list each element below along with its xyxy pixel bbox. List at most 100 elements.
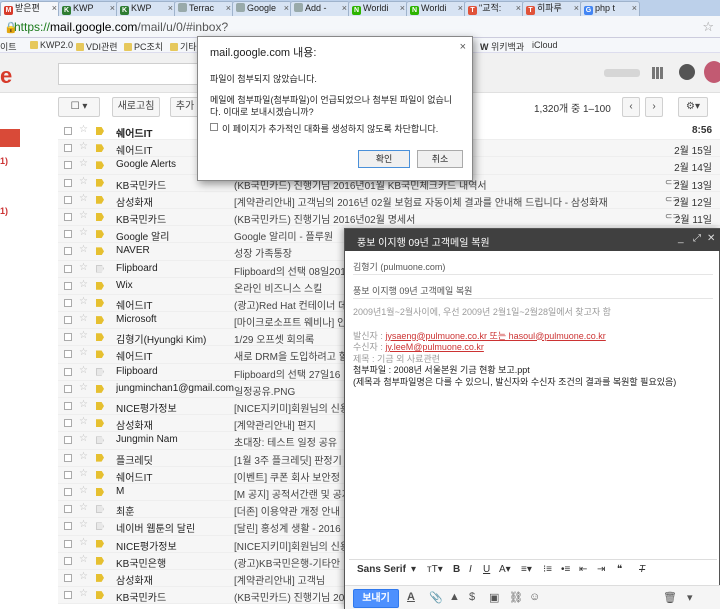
compose-body[interactable]: 2009년1월~2월사이에, 우선 2009년 2월1일~2월28일에서 찾고자… <box>353 307 715 388</box>
tab-close-icon[interactable]: × <box>342 2 347 15</box>
more-button[interactable]: 추가 <box>170 97 200 117</box>
url-text[interactable]: https://mail.google.com/mail/u/0/#inbox? <box>14 20 228 34</box>
tab-close-icon[interactable]: × <box>574 2 579 15</box>
star-icon[interactable]: ☆ <box>79 210 88 221</box>
row-checkbox[interactable] <box>64 453 72 462</box>
row-checkbox[interactable] <box>64 505 72 514</box>
important-marker-icon[interactable] <box>96 333 104 342</box>
search-input[interactable] <box>58 63 208 85</box>
browser-tab[interactable]: T "교적: × <box>464 1 524 16</box>
important-marker-icon[interactable] <box>96 367 104 376</box>
star-icon[interactable]: ☆ <box>79 399 88 410</box>
important-marker-icon[interactable] <box>96 298 104 307</box>
close-icon[interactable]: × <box>460 41 466 53</box>
important-marker-icon[interactable] <box>96 522 104 531</box>
font-dropdown-icon[interactable]: ▾ <box>411 564 416 575</box>
compose-header[interactable]: 풍보 이지행 09년 고객메일 복원 _ ⤢ ✕ <box>345 229 720 251</box>
bookmark-item[interactable]: PC조치 <box>124 40 163 53</box>
important-marker-icon[interactable] <box>96 264 104 273</box>
important-marker-icon[interactable] <box>96 212 104 221</box>
star-icon[interactable]: ☆ <box>79 279 88 290</box>
to-field[interactable]: 김형기 (pulmuone.com) <box>353 255 713 275</box>
italic-icon[interactable]: I <box>469 564 472 575</box>
refresh-button[interactable]: 새로고침 <box>112 97 160 117</box>
star-icon[interactable]: ☆ <box>79 382 88 393</box>
star-icon[interactable]: ☆ <box>79 485 88 496</box>
important-marker-icon[interactable] <box>96 195 104 204</box>
star-icon[interactable]: ☆ <box>79 347 88 358</box>
row-checkbox[interactable] <box>64 195 72 204</box>
text-color-icon[interactable]: A▾ <box>499 564 511 575</box>
bookmark-item[interactable]: KWP2.0 <box>30 40 73 50</box>
row-checkbox[interactable] <box>64 487 72 496</box>
tab-close-icon[interactable]: × <box>632 2 637 15</box>
ok-button[interactable]: 확인 <box>358 150 410 168</box>
bookmark-item[interactable]: VDI관련 <box>76 40 118 53</box>
remove-formatting-icon[interactable]: T <box>639 564 645 575</box>
prev-page-button[interactable]: ‹ <box>622 97 640 117</box>
table-row[interactable]: ☆ KB국민카드 (KB국민카드) 진행기님 2016년02월 명세서 ⊂⊃ 2월 11… <box>58 208 720 227</box>
star-icon[interactable]: ☆ <box>79 502 88 513</box>
address-bar[interactable]: 🔒 https://mail.google.com/mail/u/0/#inbo… <box>0 16 720 38</box>
browser-tab[interactable]: N Worldi × <box>406 1 466 16</box>
row-checkbox[interactable] <box>64 539 72 548</box>
sender-email[interactable]: jysaeng@pulmuone.co.kr 또는 hasoul@pulmuon… <box>385 331 605 341</box>
tab-close-icon[interactable]: × <box>284 2 289 15</box>
row-checkbox[interactable] <box>64 298 72 307</box>
row-checkbox[interactable] <box>64 178 72 187</box>
row-checkbox[interactable] <box>64 264 72 273</box>
star-icon[interactable]: ☆ <box>79 262 88 273</box>
important-marker-icon[interactable] <box>96 316 104 325</box>
table-row[interactable]: ☆ 삼성화재 [계약관리안내] 고객님의 2016년 02월 보험료 자동이체 결과… <box>58 191 720 209</box>
important-marker-icon[interactable] <box>96 384 104 393</box>
important-marker-icon[interactable] <box>96 539 104 548</box>
tab-close-icon[interactable]: × <box>400 2 405 15</box>
important-marker-icon[interactable] <box>96 436 104 445</box>
row-checkbox[interactable] <box>64 384 72 393</box>
more-options-icon[interactable]: ▾ <box>687 591 693 604</box>
tab-close-icon[interactable]: × <box>226 2 231 15</box>
important-marker-icon[interactable] <box>96 161 104 170</box>
trash-icon[interactable]: 🗑 <box>663 591 677 604</box>
star-icon[interactable]: ☆ <box>79 433 88 444</box>
important-marker-icon[interactable] <box>96 556 104 565</box>
row-checkbox[interactable] <box>64 247 72 256</box>
row-checkbox[interactable] <box>64 144 72 153</box>
emoji-icon[interactable]: ☺ <box>529 591 540 603</box>
star-icon[interactable]: ☆ <box>79 227 88 238</box>
next-page-button[interactable]: › <box>645 97 663 117</box>
row-checkbox[interactable] <box>64 419 72 428</box>
tab-close-icon[interactable]: × <box>516 2 521 15</box>
indent-more-icon[interactable]: ⇥ <box>597 564 605 575</box>
important-marker-icon[interactable] <box>96 144 104 153</box>
row-checkbox[interactable] <box>64 591 72 600</box>
important-marker-icon[interactable] <box>96 453 104 462</box>
row-checkbox[interactable] <box>64 367 72 376</box>
formatting-options-icon[interactable]: A <box>407 591 415 603</box>
close-icon[interactable]: ✕ <box>707 233 715 244</box>
star-icon[interactable]: ☆ <box>79 141 88 152</box>
row-checkbox[interactable] <box>64 212 72 221</box>
attach-icon[interactable]: 📎 <box>429 591 443 604</box>
browser-tab[interactable]: K KWP × <box>58 1 118 16</box>
quote-icon[interactable]: ❝ <box>617 564 622 575</box>
block-dialogs-checkbox[interactable] <box>210 123 218 131</box>
important-marker-icon[interactable] <box>96 178 104 187</box>
star-icon[interactable]: ☆ <box>79 554 88 565</box>
star-icon[interactable]: ☆ <box>79 365 88 376</box>
tab-close-icon[interactable]: × <box>168 2 173 15</box>
subject-field[interactable]: 풍보 이지행 09년 고객메일 복원 <box>353 279 713 299</box>
cancel-button[interactable]: 취소 <box>417 150 463 168</box>
browser-tab[interactable]: Terrac × <box>174 1 234 16</box>
star-icon[interactable]: ☆ <box>79 519 88 530</box>
bookmark-item[interactable]: W 위키백과 <box>480 40 524 53</box>
row-checkbox[interactable] <box>64 470 72 479</box>
star-icon[interactable]: ☆ <box>79 451 88 462</box>
row-checkbox[interactable] <box>64 436 72 445</box>
important-marker-icon[interactable] <box>96 573 104 582</box>
star-icon[interactable]: ☆ <box>79 296 88 307</box>
bookmark-item[interactable]: 기타 <box>170 40 197 53</box>
avatar[interactable] <box>704 61 720 83</box>
bookmark-item[interactable]: iCloud <box>532 40 558 50</box>
important-marker-icon[interactable] <box>96 470 104 479</box>
